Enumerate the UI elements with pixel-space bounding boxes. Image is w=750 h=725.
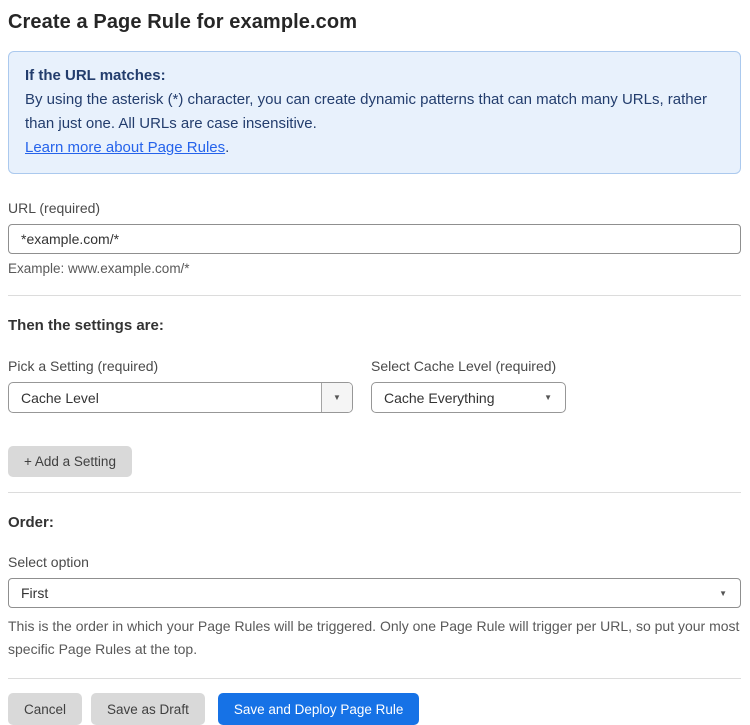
setting-picker-column: Pick a Setting (required) Cache Level ▼ <box>8 358 353 413</box>
divider <box>8 492 741 493</box>
info-box-body: By using the asterisk (*) character, you… <box>25 91 707 132</box>
info-box-link-line: Learn more about Page Rules. <box>25 136 724 160</box>
info-box-heading: If the URL matches: <box>25 67 166 84</box>
setting-picker-dropdown[interactable]: Cache Level ▼ <box>8 382 353 413</box>
order-selected-value: First <box>21 585 49 601</box>
order-helper-text: This is the order in which your Page Rul… <box>8 618 740 657</box>
form-actions: Cancel Save as Draft Save and Deploy Pag… <box>8 693 741 725</box>
link-suffix: . <box>225 139 230 156</box>
order-select-label: Select option <box>8 554 89 570</box>
divider <box>8 678 741 679</box>
learn-more-link[interactable]: Learn more about Page Rules <box>25 139 225 156</box>
chevron-down-icon: ▼ <box>321 383 352 412</box>
save-and-deploy-button[interactable]: Save and Deploy Page Rule <box>217 693 420 725</box>
cache-level-value: Cache Everything <box>384 389 495 406</box>
cache-level-column: Select Cache Level (required) Cache Ever… <box>371 358 566 413</box>
setting-picker-value: Cache Level <box>21 389 99 406</box>
add-setting-button[interactable]: + Add a Setting <box>8 446 132 477</box>
cancel-button[interactable]: Cancel <box>8 693 83 725</box>
page-title: Create a Page Rule for example.com <box>8 11 358 33</box>
setting-picker-label: Pick a Setting (required) <box>8 358 159 374</box>
cache-level-dropdown[interactable]: Cache Everything ▼ <box>371 382 566 413</box>
settings-pickers-row: Pick a Setting (required) Cache Level ▼ … <box>8 358 741 413</box>
cache-level-label: Select Cache Level (required) <box>371 358 557 374</box>
url-field-label: URL (required) <box>8 200 101 216</box>
url-example-helper: Example: www.example.com/* <box>8 261 190 276</box>
order-section-heading: Order: <box>8 514 54 531</box>
url-matches-info-box: If the URL matches: By using the asteris… <box>8 51 741 174</box>
divider <box>8 295 741 296</box>
settings-section-heading: Then the settings are: <box>8 317 164 334</box>
order-dropdown[interactable]: First ▼ <box>8 578 741 608</box>
save-as-draft-button[interactable]: Save as Draft <box>91 693 205 725</box>
url-input[interactable] <box>8 224 741 254</box>
chevron-down-icon: ▼ <box>544 393 552 402</box>
chevron-down-icon: ▼ <box>719 588 727 598</box>
